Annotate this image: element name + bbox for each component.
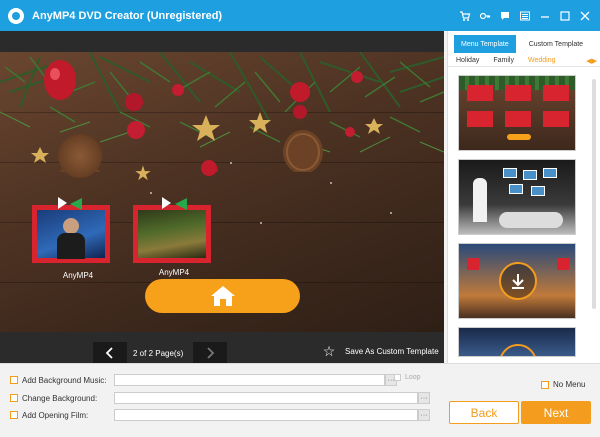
- title-bar-controls: [454, 0, 594, 31]
- prev-page-button[interactable]: [93, 342, 127, 364]
- loop-label: Loop: [405, 374, 421, 381]
- loop-checkbox[interactable]: [394, 374, 401, 381]
- tab-custom-template[interactable]: Custom Template: [522, 35, 590, 53]
- template-thumbnail-2[interactable]: [458, 159, 576, 235]
- video-thumbnail-image: [37, 210, 105, 259]
- opening-film-checkbox[interactable]: [10, 411, 18, 419]
- menu-item-thumbnail-1[interactable]: [32, 205, 110, 263]
- chevron-right-icon: [207, 347, 215, 359]
- menu-item-label-2[interactable]: AnyMP4: [129, 268, 219, 277]
- bow-ribbon-icon: [162, 197, 171, 209]
- back-button[interactable]: Back: [449, 401, 519, 424]
- change-bg-browse-button[interactable]: ···: [418, 392, 430, 404]
- bow-ribbon-icon: [58, 197, 67, 209]
- loop-option: Loop: [394, 374, 421, 381]
- opening-film-label: Add Opening Film:: [22, 410, 89, 420]
- template-panel: Menu Template Custom Template Holiday Fa…: [447, 31, 600, 363]
- app-title: AnyMP4 DVD Creator (Unregistered): [32, 9, 223, 22]
- red-ornament-icon: [201, 160, 217, 176]
- category-holiday[interactable]: Holiday: [456, 57, 479, 64]
- no-menu-label: No Menu: [553, 380, 586, 389]
- chat-icon[interactable]: [496, 7, 514, 25]
- change-bg-row: Change Background: ···: [10, 392, 430, 404]
- template-tabs: Menu Template Custom Template: [448, 31, 600, 55]
- opening-film-browse-button[interactable]: ···: [418, 409, 430, 421]
- next-button[interactable]: Next: [521, 401, 591, 424]
- menu-item-label-1[interactable]: AnyMP4: [33, 271, 123, 280]
- pine-cone-icon: [58, 134, 102, 178]
- maximize-icon[interactable]: [556, 7, 574, 25]
- template-categories: Holiday Family Wedding ◀▶: [448, 55, 600, 67]
- menu-preview: ★ AnyMP4 AnyMP4 2 of 2 Page(s) ☆ Save As…: [0, 31, 444, 364]
- minimize-icon[interactable]: [536, 7, 554, 25]
- next-page-button[interactable]: [193, 342, 227, 364]
- template-thumbnail-4[interactable]: [458, 327, 576, 357]
- change-bg-field[interactable]: [114, 392, 418, 404]
- app-window: AnyMP4 DVD Creator (Unregistered) ★ AnyM…: [0, 0, 600, 437]
- cart-icon[interactable]: [456, 7, 474, 25]
- home-button[interactable]: [145, 279, 300, 313]
- template-list: [458, 75, 578, 365]
- category-wedding[interactable]: Wedding: [528, 57, 556, 64]
- app-logo-icon: [8, 7, 24, 24]
- chevron-left-icon: [105, 347, 113, 359]
- menu-canvas: ★ AnyMP4 AnyMP4: [0, 52, 444, 332]
- video-thumbnail-image: [138, 210, 206, 258]
- download-icon: [499, 262, 537, 300]
- save-custom-template-button[interactable]: ☆ Save As Custom Template: [320, 342, 439, 360]
- no-menu-option: No Menu: [541, 380, 585, 389]
- opening-film-field[interactable]: [114, 409, 418, 421]
- category-scroll-arrows-icon[interactable]: ◀▶: [586, 57, 597, 65]
- star-ornament-icon: ★: [134, 163, 152, 185]
- flag-ribbon-icon: [70, 198, 82, 210]
- home-icon: [210, 286, 235, 306]
- bg-music-checkbox[interactable]: [10, 376, 18, 384]
- template-scrollbar[interactable]: [592, 79, 596, 309]
- bg-music-field[interactable]: [114, 374, 385, 386]
- template-thumbnail-3[interactable]: [458, 243, 576, 319]
- close-icon[interactable]: [576, 7, 594, 25]
- star-icon: ☆: [322, 342, 336, 359]
- template-thumbnail-1[interactable]: [458, 75, 576, 151]
- save-custom-template-label: Save As Custom Template: [345, 346, 439, 356]
- menu-item-thumbnail-2[interactable]: [133, 205, 211, 263]
- menu-icon[interactable]: [516, 7, 534, 25]
- tab-menu-template[interactable]: Menu Template: [454, 35, 516, 53]
- bg-music-label: Add Background Music:: [22, 375, 107, 385]
- opening-film-row: Add Opening Film: ···: [10, 409, 430, 421]
- page-indicator: 2 of 2 Page(s): [133, 349, 184, 358]
- bottom-options-bar: Add Background Music: ··· Loop Change Ba…: [0, 363, 600, 437]
- bg-music-row: Add Background Music: ···: [10, 374, 397, 386]
- key-icon[interactable]: [476, 7, 494, 25]
- flag-ribbon-icon: [175, 198, 187, 210]
- title-bar: AnyMP4 DVD Creator (Unregistered): [0, 0, 600, 31]
- change-bg-checkbox[interactable]: [10, 394, 18, 402]
- no-menu-checkbox[interactable]: [541, 380, 549, 389]
- change-bg-label: Change Background:: [22, 393, 98, 403]
- category-family[interactable]: Family: [493, 57, 514, 64]
